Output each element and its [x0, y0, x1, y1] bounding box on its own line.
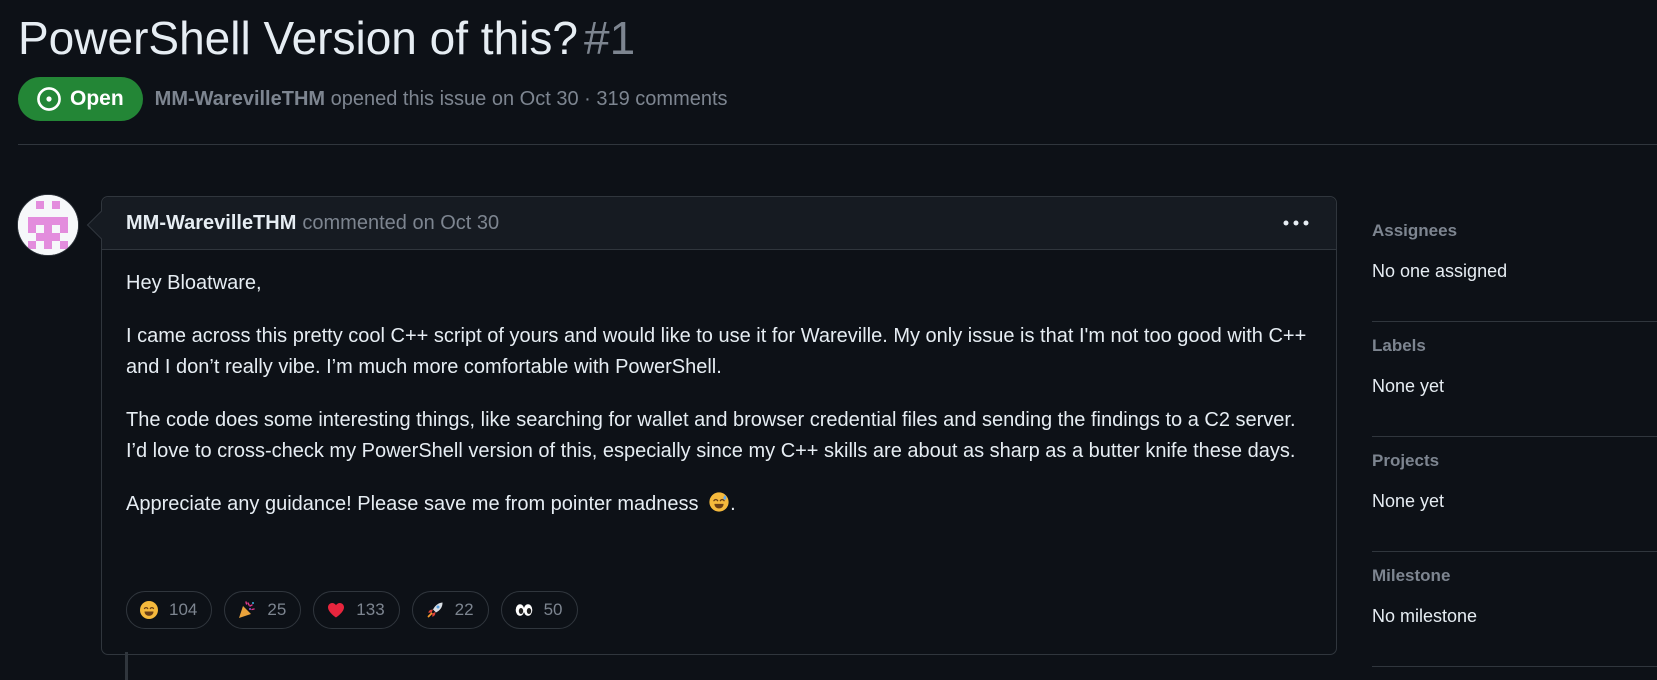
issue-title: PowerShell Version of this?: [18, 12, 578, 64]
smile-emoji: [139, 600, 159, 620]
comment-paragraph: Hey Bloatware,: [126, 272, 262, 294]
sidebar-section-milestone: Milestone No milestone: [1372, 552, 1657, 667]
sidebar-section-assignees: Assignees No one assigned: [1372, 207, 1657, 322]
issue-state-label: Open: [70, 87, 124, 110]
avatar[interactable]: [17, 194, 79, 256]
issue-header: PowerShell Version of this? #1 Open MM-Wa…: [18, 8, 1657, 121]
issue-meta: Open MM-WarevilleTHM opened this issue o…: [18, 77, 728, 121]
meta-separator: ·: [584, 87, 591, 110]
sweat-smile-emoji: [709, 492, 729, 512]
reaction-count: 50: [543, 600, 563, 619]
reaction-eyes-button[interactable]: 50: [500, 591, 578, 629]
header-divider: [18, 144, 1657, 145]
timeline-line: [125, 652, 128, 680]
reaction-rocket-button[interactable]: 22: [411, 591, 489, 629]
reactions-bar: 104 25 133 22 50: [126, 591, 578, 629]
comment-paragraph: I came across this pretty cool C++ scrip…: [126, 325, 1307, 378]
reaction-heart-button[interactable]: 133: [313, 591, 400, 629]
eyes-emoji: [514, 600, 534, 620]
kebab-horizontal-icon: [1283, 220, 1309, 226]
sidebar-value-assignees: No one assigned: [1372, 261, 1508, 281]
sidebar-heading-milestone[interactable]: Milestone: [1372, 566, 1450, 586]
tada-emoji: [237, 600, 257, 620]
issue-opened-text: opened this issue on Oct 30: [330, 87, 579, 110]
reaction-tada-button[interactable]: 25: [224, 591, 302, 629]
comment-timestamp[interactable]: commented on Oct 30: [302, 212, 499, 235]
comment-box: MM-WarevilleTHM commented on Oct 30 Hey …: [86, 196, 1337, 655]
issue-meta-text: MM-WarevilleTHM opened this issue on Oct…: [155, 88, 728, 111]
reaction-count: 104: [169, 600, 198, 619]
issue-open-icon: [37, 87, 61, 111]
issue-sidebar: Assignees No one assigned Labels None ye…: [1372, 207, 1657, 667]
issue-title-row: PowerShell Version of this? #1: [18, 8, 1657, 68]
issue-comments-count: 319 comments: [596, 87, 728, 110]
reaction-count: 22: [454, 600, 474, 619]
issue-state-badge: Open: [18, 77, 143, 121]
comment-author-link[interactable]: MM-WarevilleTHM: [126, 212, 296, 235]
sidebar-section-projects: Projects None yet: [1372, 437, 1657, 552]
comment-options-button[interactable]: [1280, 208, 1312, 238]
identicon-image: [18, 195, 78, 255]
sidebar-value-milestone: No milestone: [1372, 606, 1478, 626]
comment-closing-period: .: [730, 493, 736, 515]
comment-body: Hey Bloatware, I came across this pretty…: [126, 268, 1316, 542]
comment-header: MM-WarevilleTHM commented on Oct 30: [102, 197, 1336, 250]
issue-number: #1: [583, 12, 636, 64]
reaction-count: 25: [267, 600, 287, 619]
rocket-emoji: [425, 600, 445, 620]
sidebar-heading-projects[interactable]: Projects: [1372, 451, 1439, 471]
sidebar-section-labels: Labels None yet: [1372, 322, 1657, 437]
sidebar-heading-labels[interactable]: Labels: [1372, 336, 1426, 356]
reaction-smile-button[interactable]: 104: [126, 591, 213, 629]
sidebar-heading-assignees[interactable]: Assignees: [1372, 221, 1457, 241]
sidebar-value-labels: None yet: [1372, 376, 1445, 396]
heart-emoji: [326, 600, 346, 620]
comment-paragraph: The code does some interesting things, l…: [126, 409, 1296, 462]
reaction-count: 133: [356, 600, 385, 619]
issue-author-link[interactable]: MM-WarevilleTHM: [155, 88, 325, 110]
comment-closing-text: Appreciate any guidance! Please save me …: [126, 493, 699, 515]
sidebar-value-projects: None yet: [1372, 491, 1445, 511]
comment-paragraph-last: Appreciate any guidance! Please save me …: [126, 489, 1316, 520]
